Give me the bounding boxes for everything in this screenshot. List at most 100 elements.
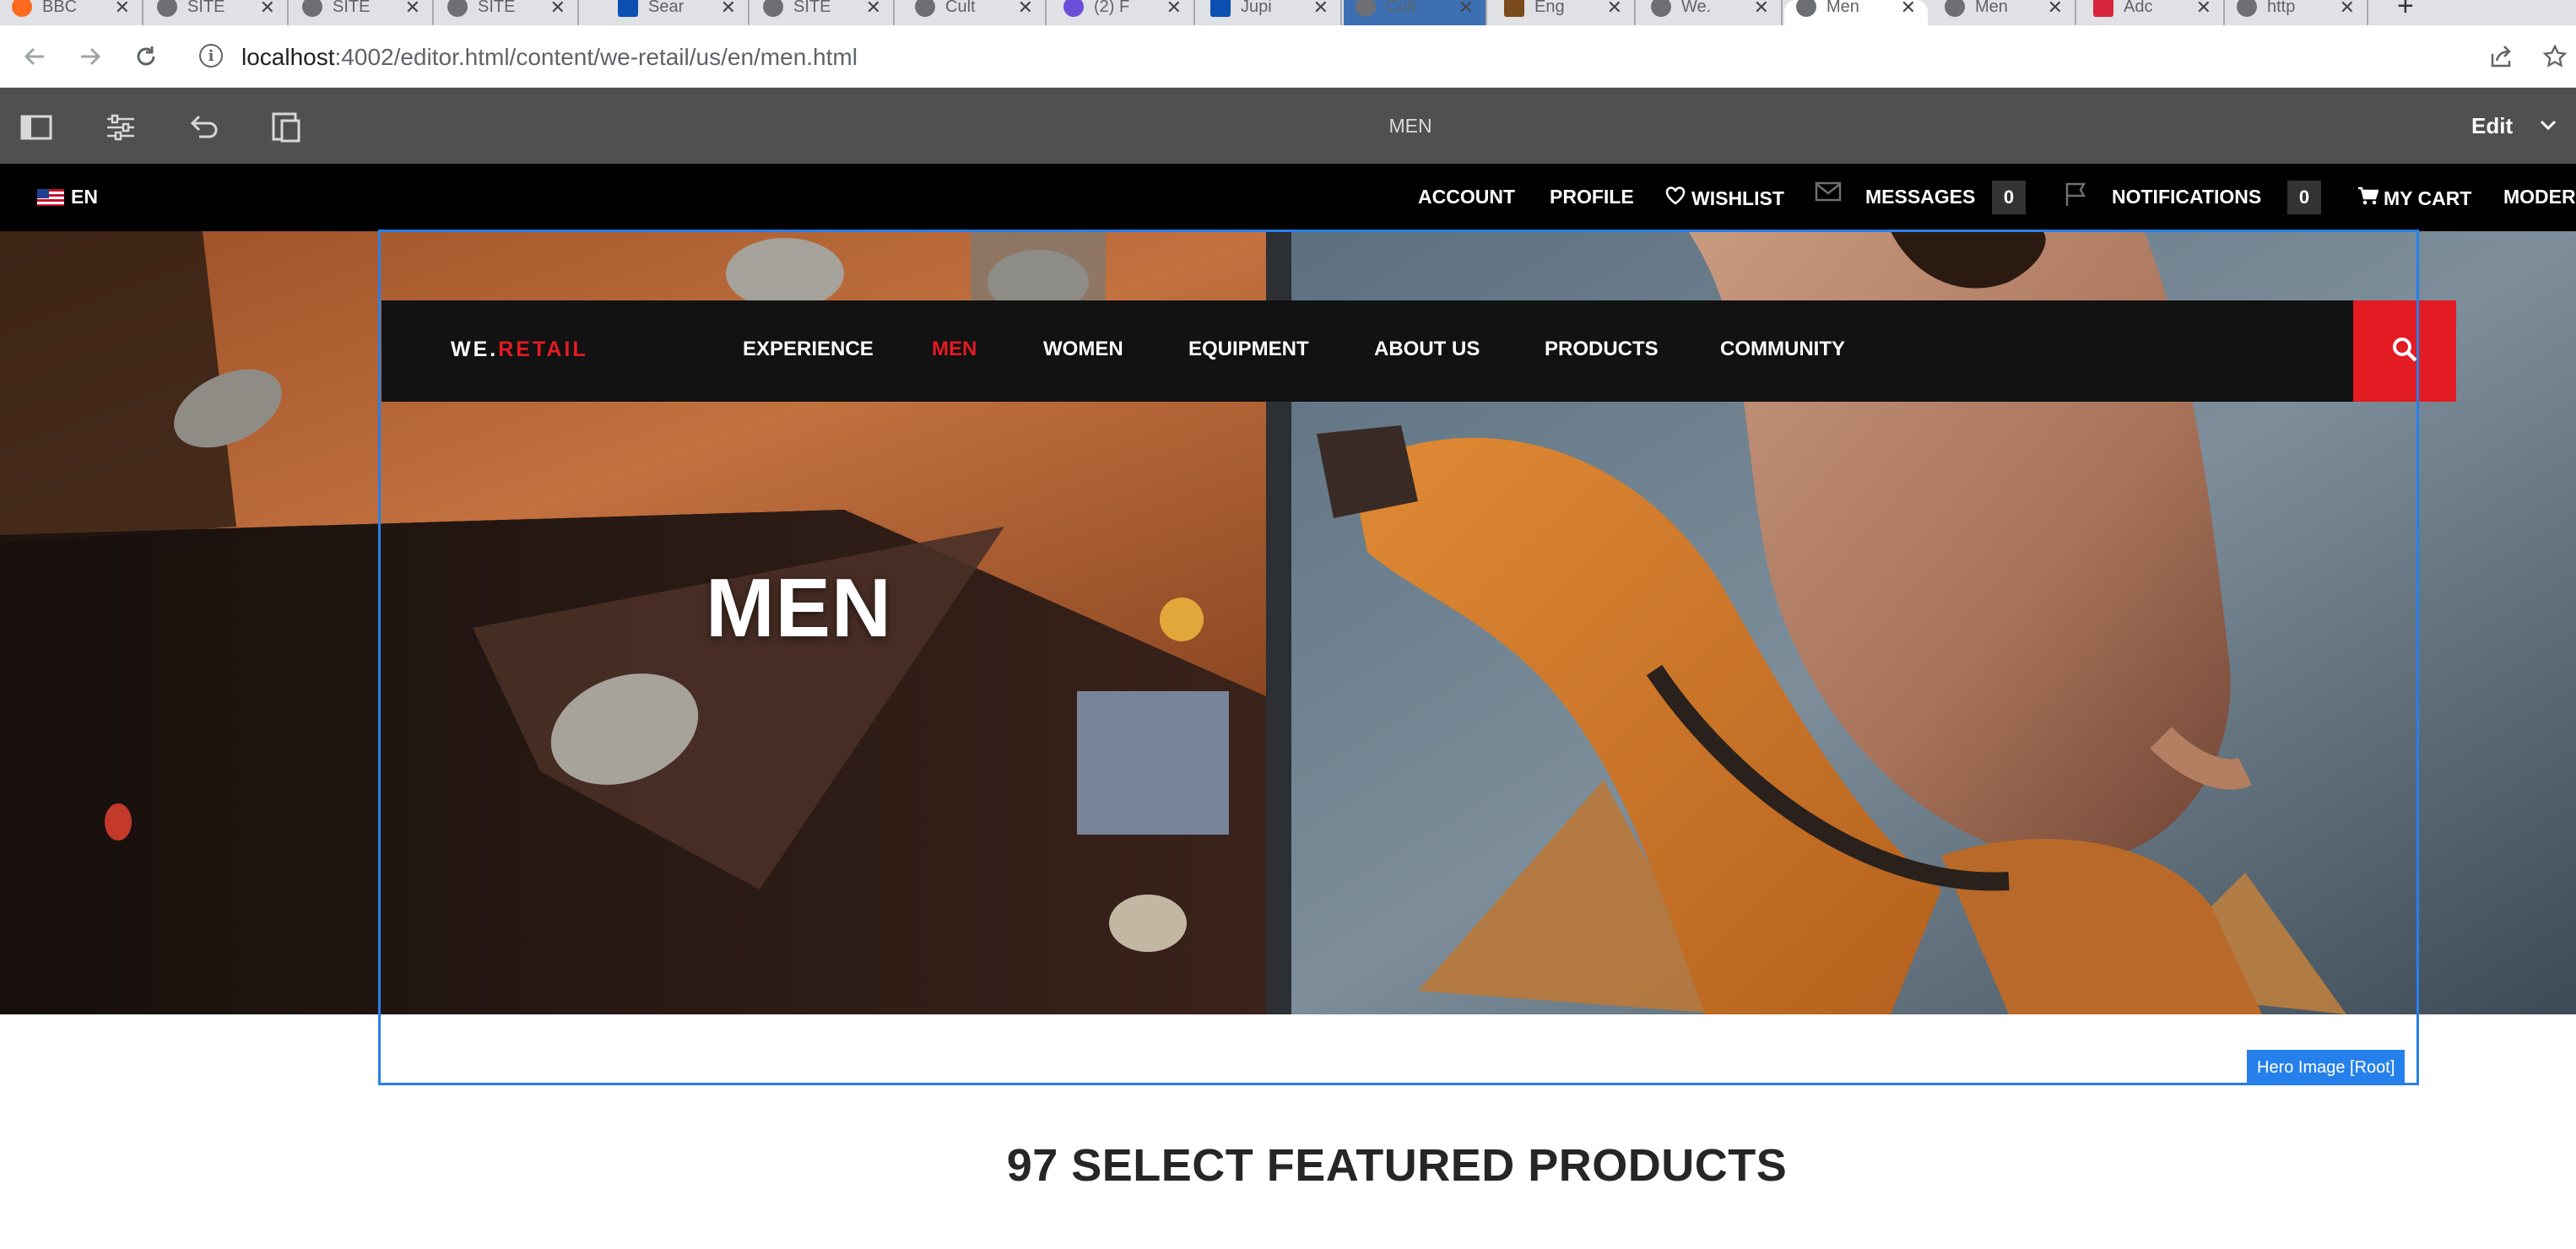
- notifications-link[interactable]: NOTIFICATIONS: [2112, 186, 2261, 208]
- browser-tab[interactable]: Men ✕: [1933, 0, 2076, 25]
- edit-mode-selector[interactable]: Edit: [2471, 113, 2513, 139]
- tab-title: SITE: [333, 0, 371, 16]
- nav-item-products[interactable]: PRODUCTS: [1545, 338, 1659, 361]
- tab-favicon-icon: [1796, 0, 1816, 17]
- site-info-icon[interactable]: i: [199, 44, 223, 68]
- browser-tab[interactable]: SITE ✕: [436, 0, 579, 25]
- tab-favicon-icon: [1210, 0, 1231, 17]
- browser-tab[interactable]: (2) F ✕: [1052, 0, 1195, 25]
- browser-tab[interactable]: Cult ✕: [1344, 0, 1487, 25]
- wishlist-link[interactable]: WISHLIST: [1664, 186, 1784, 212]
- tab-title: (2) F: [1094, 0, 1130, 16]
- editor-toolbar: MEN Edit: [0, 88, 2576, 164]
- tab-title: SITE: [187, 0, 225, 16]
- close-tab-icon[interactable]: ✕: [1018, 0, 1033, 19]
- close-tab-icon[interactable]: ✕: [550, 0, 566, 19]
- browser-tab[interactable]: SITE ✕: [290, 0, 434, 25]
- nav-item-community[interactable]: COMMUNITY: [1720, 338, 1845, 361]
- brand-prefix: WE.: [451, 338, 499, 361]
- close-tab-icon[interactable]: ✕: [405, 0, 420, 19]
- flag-icon[interactable]: [2063, 181, 2090, 214]
- tab-favicon-icon: [763, 0, 783, 17]
- browser-tab[interactable]: SITE ✕: [751, 0, 895, 25]
- notifications-count-badge: 0: [2287, 181, 2321, 214]
- nav-item-equipment[interactable]: EQUIPMENT: [1188, 338, 1309, 361]
- browser-tab-strip: BBC ✕ SITE ✕ SITE ✕ SITE ✕ Sear ✕ SITE ✕ Cult ✕…: [0, 0, 2576, 25]
- back-arrow-icon[interactable]: [15, 37, 54, 76]
- cart-icon: [2357, 186, 2379, 212]
- page: BBC ✕ SITE ✕ SITE ✕ SITE ✕ Sear ✕ SITE ✕ Cult ✕…: [0, 0, 2576, 1249]
- envelope-icon[interactable]: [1815, 181, 1842, 209]
- tab-favicon-icon: [618, 0, 638, 17]
- browser-tab[interactable]: Adc ✕: [2081, 0, 2225, 25]
- reload-icon[interactable]: [127, 37, 165, 76]
- tab-title: Cult: [945, 0, 976, 16]
- browser-tab-active[interactable]: Men ✕: [1784, 0, 1928, 25]
- chevron-down-icon[interactable]: [2539, 116, 2557, 136]
- tab-title: http: [2267, 0, 2296, 16]
- tab-favicon-icon: [12, 0, 32, 17]
- tab-favicon-icon: [1356, 0, 1376, 17]
- tab-title: SITE: [478, 0, 516, 16]
- address-bar[interactable]: i localhost:4002/editor.html/content/we-…: [187, 34, 2500, 79]
- close-tab-icon[interactable]: ✕: [721, 0, 736, 19]
- close-tab-icon[interactable]: ✕: [2340, 0, 2355, 19]
- brand-logo[interactable]: WE.RETAIL: [451, 338, 588, 362]
- close-tab-icon[interactable]: ✕: [115, 0, 130, 19]
- heart-icon: [1664, 186, 1686, 212]
- close-tab-icon[interactable]: ✕: [2196, 0, 2211, 19]
- close-tab-icon[interactable]: ✕: [1458, 0, 1474, 19]
- messages-link[interactable]: MESSAGES: [1865, 186, 1975, 208]
- tab-favicon-icon: [157, 0, 177, 17]
- browser-tab[interactable]: BBC ✕: [0, 0, 143, 25]
- url-host: localhost: [241, 44, 335, 70]
- tab-title: Men: [1975, 0, 2008, 16]
- nav-item-women[interactable]: WOMEN: [1043, 338, 1123, 361]
- close-tab-icon[interactable]: ✕: [260, 0, 275, 19]
- browser-tab[interactable]: http ✕: [2225, 0, 2368, 25]
- browser-tab[interactable]: Cult ✕: [903, 0, 1047, 25]
- messages-count-badge: 0: [1992, 181, 2026, 214]
- share-icon[interactable]: [2481, 37, 2520, 76]
- us-flag-icon: [37, 188, 64, 206]
- url-path: :4002/editor.html/content/we-retail/us/e…: [334, 44, 858, 70]
- search-icon: [2390, 335, 2419, 368]
- tab-favicon-icon: [447, 0, 468, 17]
- forward-arrow-icon[interactable]: [71, 37, 110, 76]
- nav-item-experience[interactable]: EXPERIENCE: [743, 338, 874, 361]
- close-tab-icon[interactable]: ✕: [2048, 0, 2063, 19]
- site-utility-bar: EN ACCOUNT PROFILE WISHLIST MESSAGES 0 N…: [0, 164, 2576, 231]
- browser-tab[interactable]: SITE ✕: [145, 0, 289, 25]
- new-tab-button[interactable]: +: [2397, 0, 2414, 23]
- browser-tab[interactable]: Sear ✕: [606, 0, 750, 25]
- tab-title: Men: [1826, 0, 1859, 16]
- close-tab-icon[interactable]: ✕: [1901, 0, 1916, 19]
- account-link[interactable]: ACCOUNT: [1418, 186, 1515, 208]
- nav-item-about-us[interactable]: ABOUT US: [1374, 338, 1480, 361]
- browser-tab[interactable]: Jupi ✕: [1199, 0, 1342, 25]
- language-label: EN: [71, 186, 98, 208]
- editor-page-title: MEN: [1388, 115, 1432, 137]
- featured-products-heading: 97 SELECT FEATURED PRODUCTS: [1006, 1140, 1788, 1191]
- nav-item-men[interactable]: MEN: [932, 338, 977, 361]
- close-tab-icon[interactable]: ✕: [866, 0, 881, 19]
- tab-favicon-icon: [2237, 0, 2257, 17]
- profile-link[interactable]: PROFILE: [1550, 186, 1634, 208]
- moderation-link[interactable]: MODER: [2503, 186, 2576, 208]
- component-label[interactable]: Hero Image [Root]: [2247, 1050, 2406, 1085]
- cart-label: MY CART: [2384, 187, 2472, 209]
- close-tab-icon[interactable]: ✕: [1607, 0, 1622, 19]
- language-selector[interactable]: EN: [37, 186, 98, 208]
- tab-favicon-icon: [2093, 0, 2113, 17]
- close-tab-icon[interactable]: ✕: [1313, 0, 1329, 19]
- browser-tab[interactable]: Eng ✕: [1492, 0, 1636, 25]
- close-tab-icon[interactable]: ✕: [1754, 0, 1769, 19]
- search-button[interactable]: [2353, 300, 2456, 402]
- tab-title: Sear: [648, 0, 685, 16]
- tab-title: Adc: [2124, 0, 2153, 16]
- close-tab-icon[interactable]: ✕: [1166, 0, 1182, 19]
- browser-tab[interactable]: We. ✕: [1639, 0, 1783, 25]
- cart-link[interactable]: MY CART: [2357, 186, 2471, 212]
- bookmark-star-icon[interactable]: [2535, 37, 2574, 76]
- url-text[interactable]: localhost:4002/editor.html/content/we-re…: [241, 44, 858, 71]
